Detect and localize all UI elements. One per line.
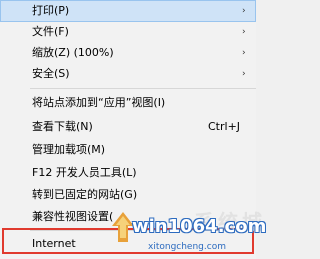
watermark: 系统城 win1064.com xitongcheng.com — [108, 204, 266, 259]
menu-item-manage-addons[interactable]: 管理加载项(M) — [0, 139, 256, 161]
menu-item-label: 管理加载项(M) — [32, 143, 106, 156]
chevron-right-icon: › — [242, 6, 246, 16]
context-menu: 打印(P) › 文件(F) › 缩放(Z) (100%) › 安全(S) › 将… — [0, 0, 266, 259]
menu-item-print[interactable]: 打印(P) › — [0, 0, 256, 22]
watermark-main-text: win1064.com — [132, 216, 267, 237]
menu-item-file[interactable]: 文件(F) › — [0, 21, 256, 43]
menu-item-label: 打印(P) — [32, 4, 70, 17]
menu-separator — [30, 88, 256, 89]
menu-item-shortcut: Ctrl+J — [208, 120, 241, 133]
watermark-logo-icon — [112, 212, 134, 242]
menu-item-add-to-apps[interactable]: 将站点添加到“应用”视图(I) — [0, 92, 256, 114]
menu-item-label: 安全(S) — [32, 67, 70, 80]
chevron-right-icon: › — [242, 27, 246, 37]
menu-item-label: 转到已固定的网站(G) — [32, 188, 138, 201]
menu-item-label: 文件(F) — [32, 25, 69, 38]
menu-item-label: 缩放(Z) (100%) — [32, 46, 114, 59]
chevron-right-icon: › — [242, 48, 246, 58]
menu-item-label: 将站点添加到“应用”视图(I) — [32, 96, 166, 109]
menu-item-pinned-sites[interactable]: 转到已固定的网站(G) — [0, 184, 256, 206]
watermark-sub-text: xitongcheng.com — [148, 242, 226, 252]
menu-item-label: 查看下载(N) — [32, 120, 93, 133]
menu-item-label: 兼容性视图设置( — [32, 210, 114, 223]
menu-item-view-downloads[interactable]: 查看下载(N) Ctrl+J — [0, 116, 256, 138]
menu-item-zoom[interactable]: 缩放(Z) (100%) › — [0, 42, 256, 64]
menu-item-f12-devtools[interactable]: F12 开发人员工具(L) — [0, 162, 256, 184]
chevron-right-icon: › — [242, 69, 246, 79]
menu-item-safety[interactable]: 安全(S) › — [0, 63, 256, 85]
menu-item-label: F12 开发人员工具(L) — [32, 166, 137, 179]
